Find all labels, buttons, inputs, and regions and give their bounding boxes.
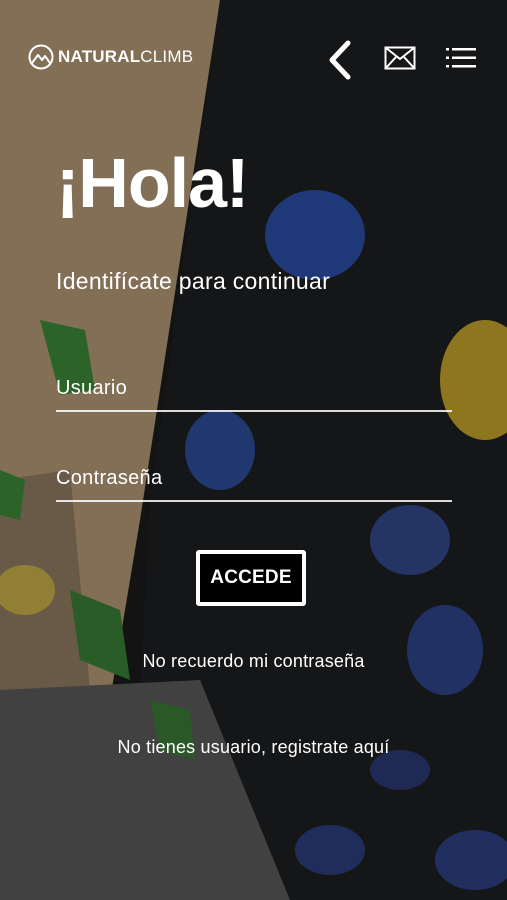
back-button[interactable] — [326, 40, 354, 80]
brand-light: CLIMB — [140, 47, 194, 66]
login-button[interactable]: ACCEDE — [196, 550, 306, 606]
menu-list-icon — [446, 48, 476, 68]
username-input[interactable] — [56, 366, 452, 410]
brand-logo[interactable]: NATURALCLIMB — [28, 44, 193, 70]
register-link[interactable]: No tienes usuario, registrate aquí — [0, 737, 507, 758]
chevron-left-icon — [329, 40, 351, 80]
page-title: ¡Hola! — [56, 144, 249, 222]
menu-button[interactable] — [446, 47, 476, 69]
page-subtitle: Identifícate para continuar — [56, 268, 331, 294]
forgot-password-link[interactable]: No recuerdo mi contraseña — [0, 651, 507, 672]
top-bar: NATURALCLIMB — [0, 0, 507, 120]
mail-icon — [384, 46, 416, 70]
username-field[interactable] — [56, 366, 452, 412]
climbing-wall-background — [0, 0, 507, 900]
password-field[interactable] — [56, 456, 452, 502]
brand-bold: NATURAL — [58, 47, 141, 66]
mountain-logo-icon — [28, 44, 54, 70]
brand-wordmark: NATURALCLIMB — [58, 47, 193, 67]
mail-button[interactable] — [384, 46, 416, 70]
password-input[interactable] — [56, 456, 452, 500]
